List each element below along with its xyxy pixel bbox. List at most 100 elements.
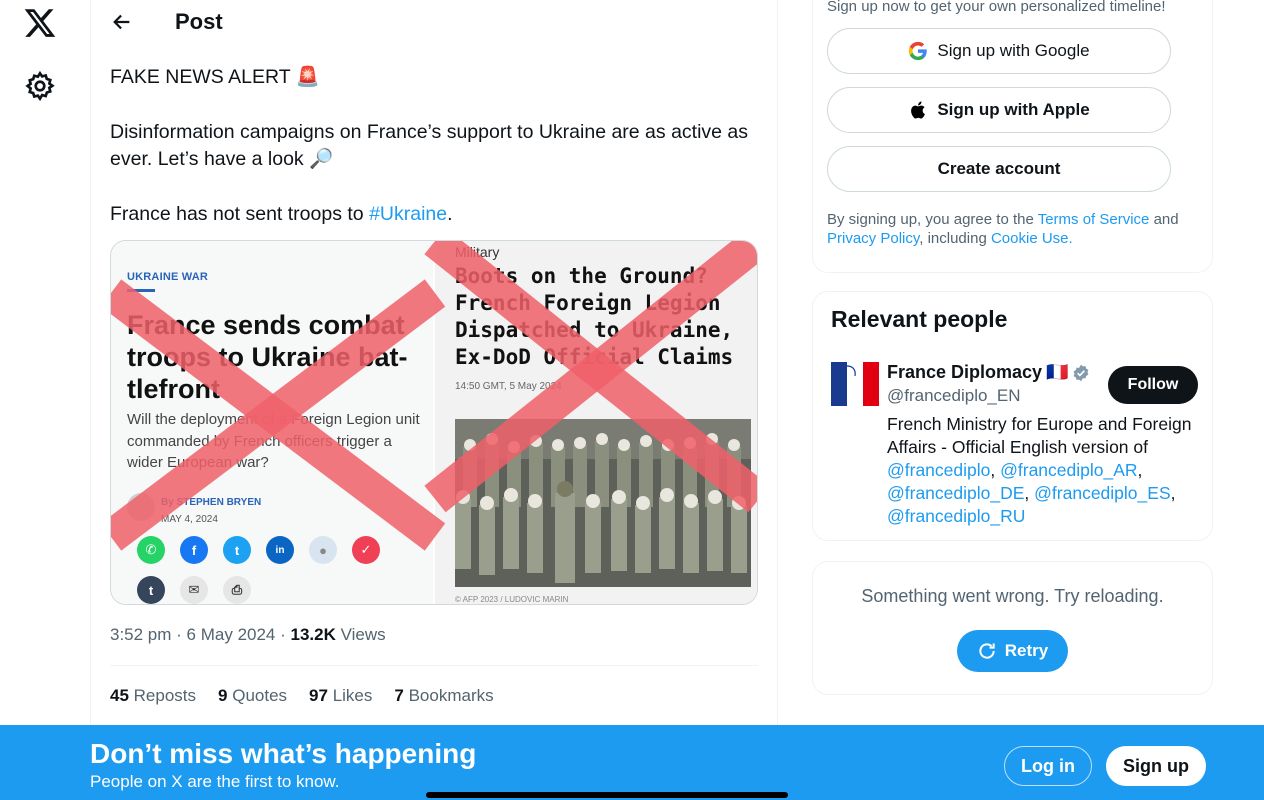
legal-text: By signing up, you agree to the	[827, 211, 1038, 228]
article-headline: France sends combat troops to Ukraine ba…	[127, 310, 408, 404]
bio-link-francediplo[interactable]: @francediplo	[887, 460, 990, 480]
tumblr-icon: t	[137, 576, 165, 604]
twitter-icon: t	[223, 536, 251, 564]
likes-count: 97	[309, 686, 328, 705]
person-bio: French Ministry for Europe and Foreign A…	[887, 414, 1192, 526]
post-meta: 3:52 pm · 6 May 2024 · 13.2K Views	[110, 625, 758, 666]
apple-signup-button[interactable]: Sign up with Apple	[827, 87, 1171, 133]
article-tag: UKRAINE WAR	[127, 271, 209, 283]
post-paragraph-3: France has not sent troops to #Ukraine.	[110, 201, 757, 228]
article-timestamp: 14:50 GMT, 5 May 2024	[455, 381, 562, 392]
person-name-text: France Diplomacy	[887, 362, 1043, 382]
signup-hint: Sign up now to get your own personalized…	[827, 0, 1166, 15]
settings-gear-icon[interactable]	[24, 70, 56, 102]
relevant-people-title: Relevant people	[831, 306, 1008, 332]
post: FAKE NEWS ALERT 🚨 Disinformation campaig…	[91, 44, 777, 706]
cookie-link[interactable]: Cookie Use.	[991, 230, 1073, 247]
whatsapp-icon: ✆	[137, 536, 165, 564]
create-account-button[interactable]: Create account	[827, 146, 1171, 192]
left-nav	[0, 0, 90, 800]
siren-emoji-icon: 🚨	[295, 66, 320, 88]
article-screenshot-right: Military Boots on the Ground? French For…	[435, 241, 757, 604]
retry-button[interactable]: Retry	[957, 630, 1068, 672]
apple-signup-label: Sign up with Apple	[937, 100, 1090, 119]
retry-label: Retry	[1004, 641, 1049, 660]
reposts-count: 45	[110, 686, 129, 705]
likes-label: Likes	[332, 686, 373, 705]
article-screenshot-left: UKRAINE WAR France sends combat troops t…	[111, 241, 433, 604]
mail-icon: ✉	[180, 576, 208, 604]
post-text: FAKE NEWS ALERT 🚨 Disinformation campaig…	[110, 64, 757, 228]
error-message: Something went wrong. Try reloading.	[861, 586, 1164, 606]
google-icon	[909, 41, 928, 61]
post-line-3: France has not sent troops to	[110, 203, 370, 225]
login-button[interactable]: Log in	[1004, 746, 1092, 786]
article-deck: Will the deployment of a Foreign Legion …	[127, 411, 420, 471]
quotes-stat[interactable]: 9 Quotes	[218, 686, 287, 706]
x-logo-icon[interactable]	[22, 6, 58, 40]
post-paragraph-2: Disinformation campaigns on France’s sup…	[110, 119, 757, 173]
post-line-1: FAKE NEWS ALERT	[110, 66, 291, 88]
apple-icon	[911, 101, 926, 119]
bookmarks-stat[interactable]: 7 Bookmarks	[394, 686, 493, 706]
reddit-icon: ●	[309, 536, 337, 564]
views-count: 13.2K	[290, 625, 336, 644]
bio-link-francediplo-ar[interactable]: @francediplo_AR	[1000, 460, 1137, 480]
right-sidebar: Sign up now to get your own personalized…	[812, 0, 1213, 695]
article-headline-right: Boots on the Ground? French Foreign Legi…	[455, 264, 734, 369]
legal-notice: By signing up, you agree to the Terms of…	[827, 210, 1197, 248]
person-name[interactable]: France Diplomacy 🇫🇷	[887, 362, 1090, 383]
post-media-image[interactable]: UKRAINE WAR France sends combat troops t…	[110, 240, 758, 605]
post-date[interactable]: 6 May 2024	[187, 625, 276, 644]
signup-button[interactable]: Sign up	[1106, 746, 1206, 786]
refresh-icon	[979, 643, 995, 659]
legal-and: and	[1149, 211, 1179, 228]
google-signup-button[interactable]: Sign up with Google	[827, 28, 1171, 74]
banner-subtitle: People on X are the first to know.	[90, 772, 340, 791]
relevant-people-card: Relevant people France Diplomacy 🇫🇷 @fra…	[812, 291, 1213, 541]
print-icon: ⎙	[223, 576, 251, 604]
trends-error-card: Something went wrong. Try reloading. Ret…	[812, 561, 1213, 695]
facebook-icon: f	[180, 536, 208, 564]
bio-link-francediplo-de[interactable]: @francediplo_DE	[887, 483, 1024, 503]
linkedin-icon: in	[266, 536, 294, 564]
privacy-link[interactable]: Privacy Policy	[827, 230, 919, 247]
person-handle[interactable]: @francediplo_EN	[887, 386, 1021, 406]
back-arrow-icon[interactable]	[111, 11, 133, 33]
bookmarks-label: Bookmarks	[408, 686, 494, 705]
post-line-2: Disinformation campaigns on France’s sup…	[110, 121, 749, 170]
google-signup-label: Sign up with Google	[937, 41, 1090, 60]
france-diplomacy-avatar[interactable]	[831, 360, 879, 408]
article-date: MAY 4, 2024	[161, 514, 218, 525]
terms-link[interactable]: Terms of Service	[1038, 211, 1150, 228]
soldiers-photo	[455, 419, 751, 587]
post-time[interactable]: 3:52 pm	[110, 625, 171, 644]
post-stats: 45 Reposts 9 Quotes 97 Likes 7 Bookmarks	[110, 666, 757, 706]
article-category: Military	[455, 244, 500, 260]
signup-banner: Don’t miss what’s happening People on X …	[0, 725, 1264, 800]
article-tag-underline	[127, 289, 155, 292]
magnifier-emoji-icon: 🔎	[309, 148, 334, 170]
photo-credit: © AFP 2023 / LUDOVIC MARIN	[455, 595, 569, 604]
legal-including: , including	[919, 230, 991, 247]
bio-link-francediplo-ru[interactable]: @francediplo_RU	[887, 506, 1025, 526]
author-avatar	[127, 493, 155, 521]
banner-title: Don’t miss what’s happening	[90, 738, 477, 769]
quotes-count: 9	[218, 686, 228, 705]
bio-text: French Ministry for Europe and Foreign A…	[887, 414, 1192, 457]
signup-card: Sign up now to get your own personalized…	[812, 0, 1213, 273]
follow-button[interactable]: Follow	[1108, 366, 1198, 404]
france-flag-icon: 🇫🇷	[1046, 362, 1069, 382]
hashtag-link[interactable]: #Ukraine	[369, 203, 447, 225]
reposts-stat[interactable]: 45 Reposts	[110, 686, 196, 706]
likes-stat[interactable]: 97 Likes	[309, 686, 372, 706]
main-column: Post FAKE NEWS ALERT 🚨 Disinformation ca…	[90, 0, 778, 800]
home-indicator[interactable]	[426, 792, 788, 798]
page-title: Post	[175, 9, 223, 34]
quotes-label: Quotes	[232, 686, 288, 705]
bio-link-francediplo-es[interactable]: @francediplo_ES	[1034, 483, 1170, 503]
views-label: Views	[340, 625, 386, 644]
article-author: By STEPHEN BRYEN	[161, 497, 262, 508]
bookmarks-count: 7	[394, 686, 404, 705]
pocket-icon: ✓	[352, 536, 380, 564]
